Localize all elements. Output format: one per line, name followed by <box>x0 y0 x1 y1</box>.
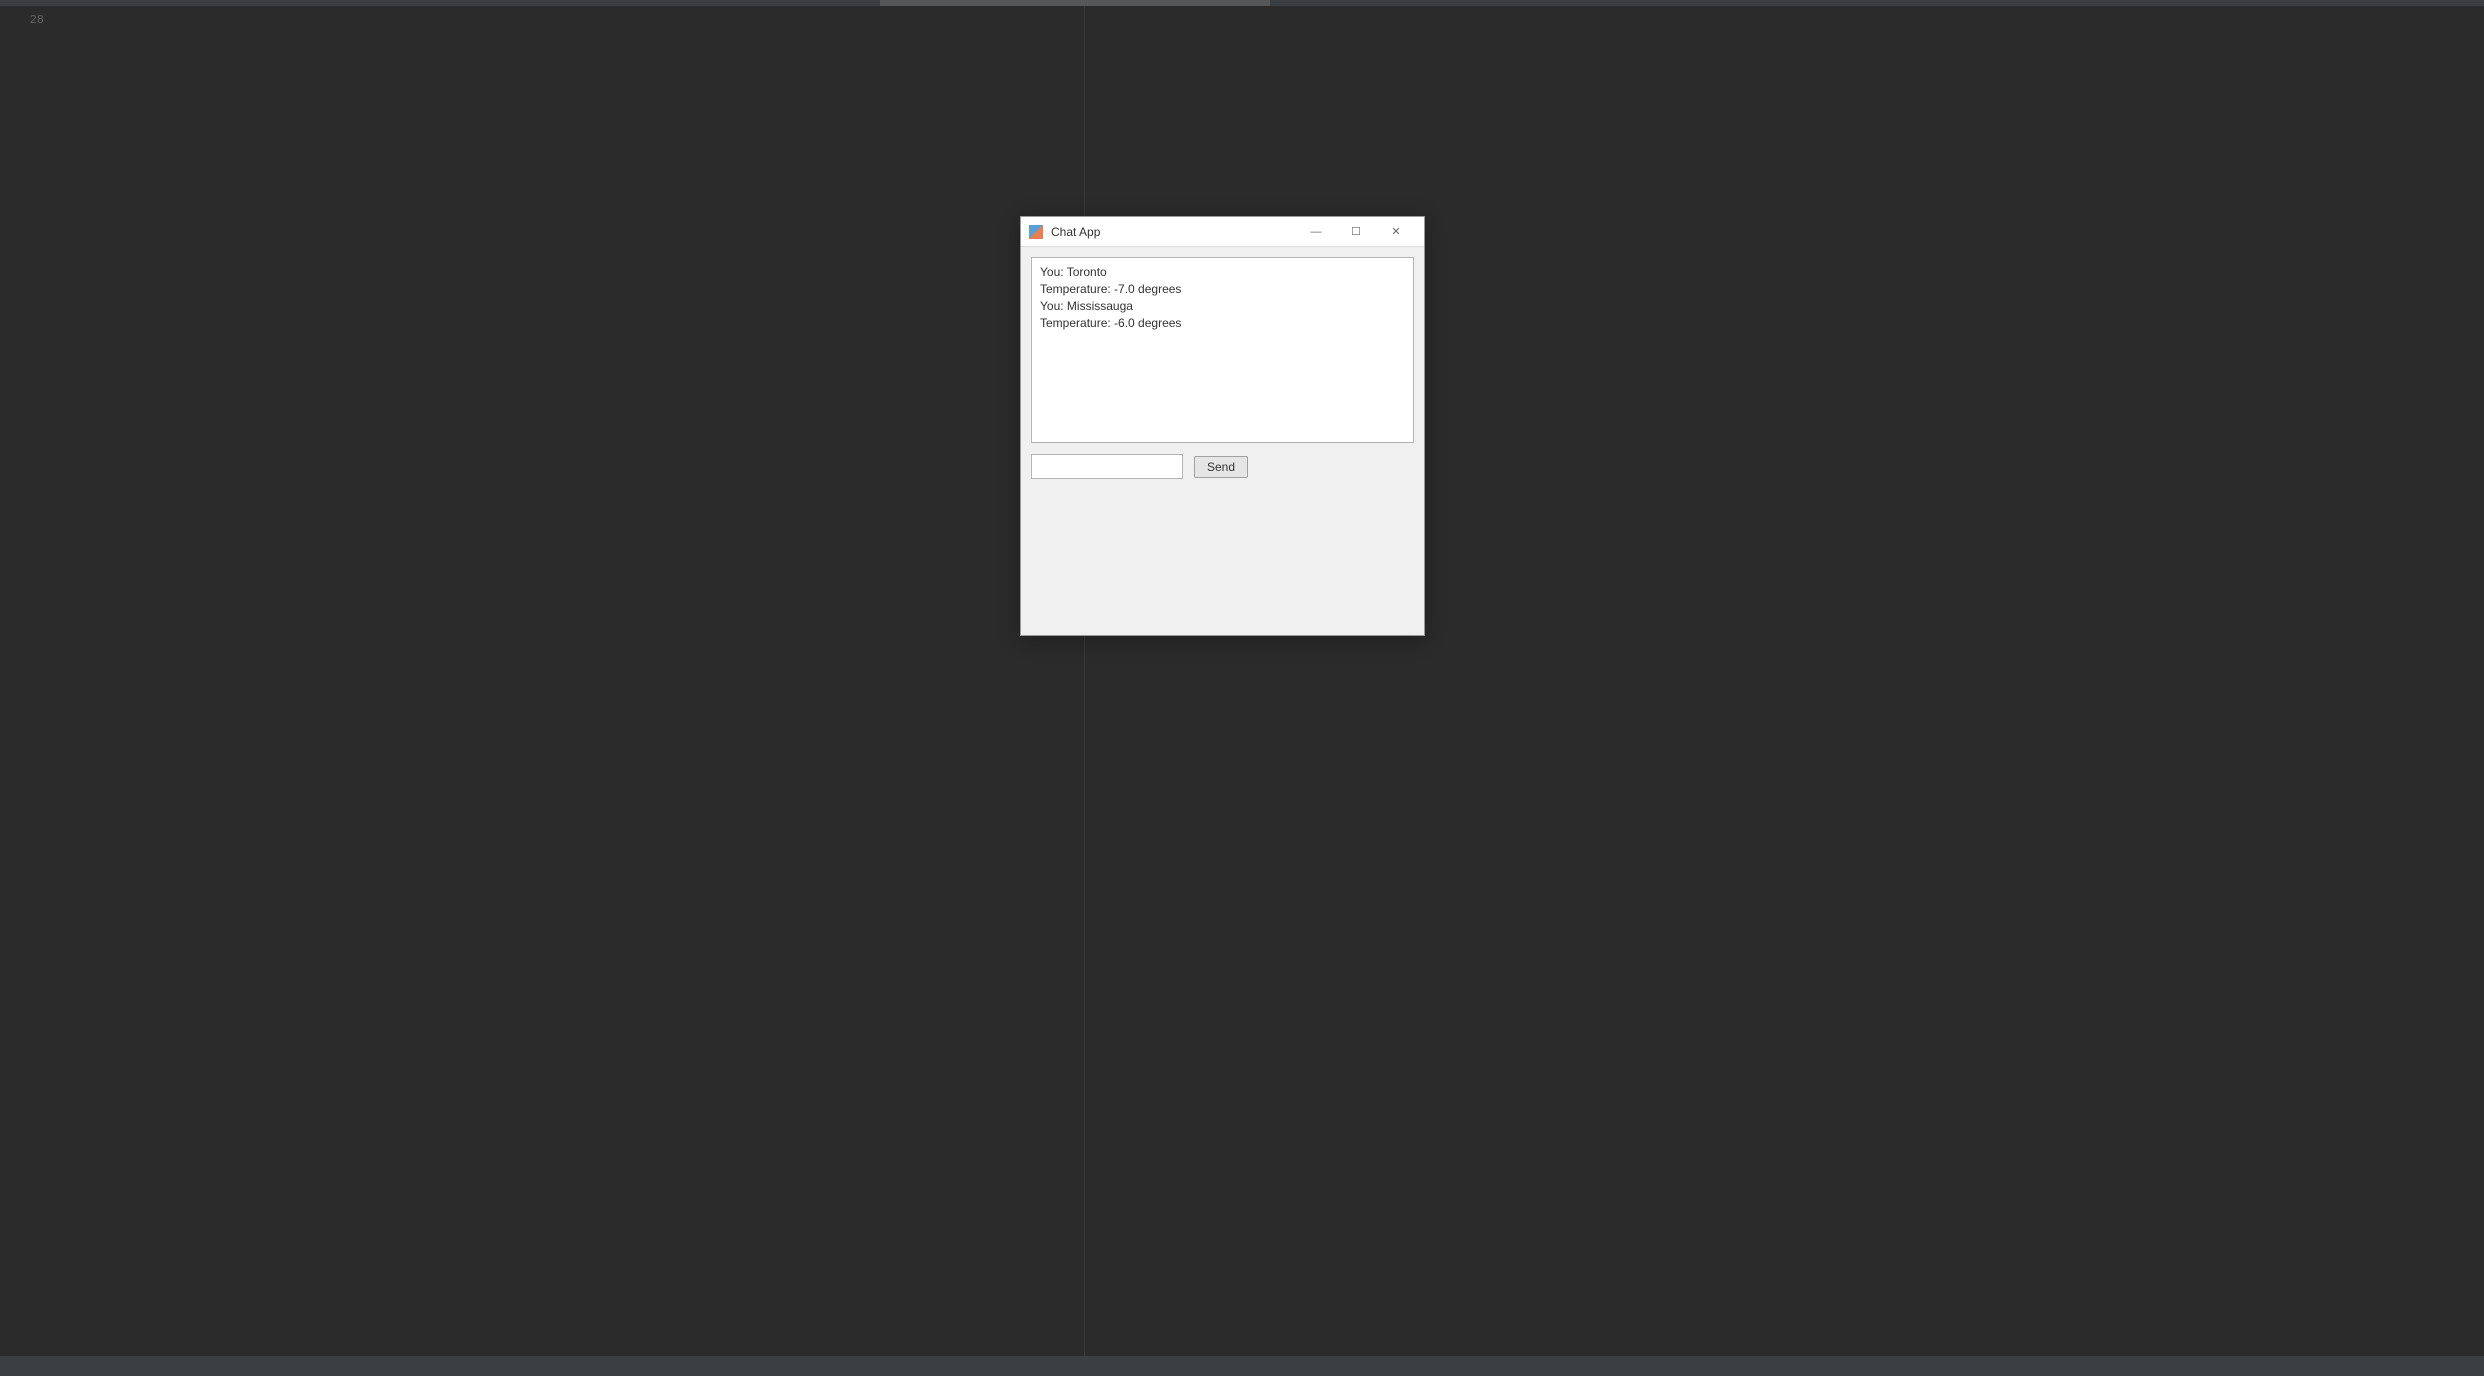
window-titlebar[interactable]: Chat App — ☐ ✕ <box>1021 217 1424 247</box>
minimize-button[interactable]: — <box>1296 217 1336 247</box>
chat-area[interactable]: You: Toronto Temperature: -7.0 degrees Y… <box>1031 257 1414 443</box>
fold-marker <box>62 9 92 32</box>
status-bar <box>0 1356 2484 1376</box>
fold-gutter[interactable] <box>62 6 92 1376</box>
code-area[interactable] <box>92 6 2484 1376</box>
app-icon <box>1029 225 1043 239</box>
send-button[interactable]: Send <box>1194 456 1248 478</box>
editor-right-margin <box>1084 6 1085 1376</box>
maximize-button[interactable]: ☐ <box>1336 217 1376 247</box>
chat-app-window: Chat App — ☐ ✕ You: Toronto Temperature:… <box>1020 216 1425 636</box>
line-number-gutter[interactable]: 28 <box>0 6 62 1376</box>
window-title: Chat App <box>1051 225 1296 239</box>
spacer <box>1031 479 1414 625</box>
input-row: Send <box>1031 454 1414 479</box>
chat-body: You: Toronto Temperature: -7.0 degrees Y… <box>1021 247 1424 635</box>
code-editor: 28 <box>0 6 2484 1376</box>
message-field[interactable] <box>1031 454 1183 479</box>
close-button[interactable]: ✕ <box>1376 217 1416 247</box>
line-number[interactable]: 28 <box>0 9 62 32</box>
